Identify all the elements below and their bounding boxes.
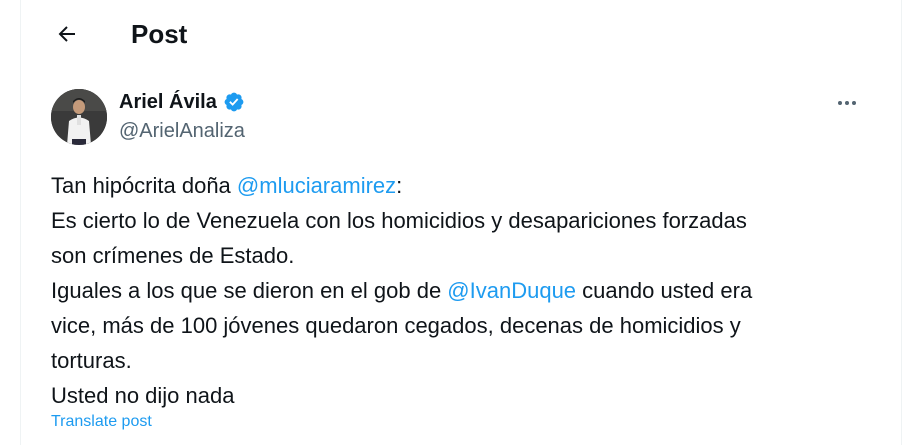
post-line: Iguales a los que se dieron en el gob de… (51, 273, 871, 308)
post-line: Tan hipócrita doña @mluciaramirez: (51, 168, 871, 203)
translate-post-link[interactable]: Translate post (51, 412, 152, 432)
avatar-photo (51, 89, 107, 145)
post-text: Tan hipócrita doña @mluciaramirez: Es ci… (51, 168, 871, 413)
author-handle[interactable]: @ArielAnaliza (119, 118, 245, 144)
post-line: son crímenes de Estado. (51, 243, 295, 268)
page-header: Post (21, 0, 901, 68)
author-name[interactable]: Ariel Ávila (119, 89, 245, 115)
post-text-segment: Tan hipócrita doña (51, 173, 237, 198)
mention-link-mluciaramirez[interactable]: @mluciaramirez (237, 173, 396, 198)
mention-link-ivanduque[interactable]: @IvanDuque (447, 278, 576, 303)
arrow-left-icon (58, 26, 75, 42)
author-display-name[interactable]: Ariel Ávila (119, 89, 217, 115)
more-options-button[interactable] (829, 88, 865, 118)
post-text-segment: cuando usted era (576, 278, 753, 303)
back-button[interactable] (49, 16, 85, 52)
post-line: Es cierto lo de Venezuela con los homici… (51, 208, 747, 233)
post-text-segment: Iguales a los que se dieron en el gob de (51, 278, 448, 303)
post-page: Post Ariel Ávila @ArielAnaliza Tan hipóc… (20, 0, 902, 445)
avatar[interactable] (51, 89, 107, 145)
post-line: Usted no dijo nada (51, 383, 235, 408)
post-text-segment: : (396, 173, 403, 198)
post-line: vice, más de 100 jóvenes quedaron cegado… (51, 313, 741, 338)
page-title: Post (131, 19, 188, 49)
post-line: torturas. (51, 348, 132, 373)
verified-badge-icon (224, 92, 244, 112)
more-horizontal-icon (838, 101, 856, 105)
